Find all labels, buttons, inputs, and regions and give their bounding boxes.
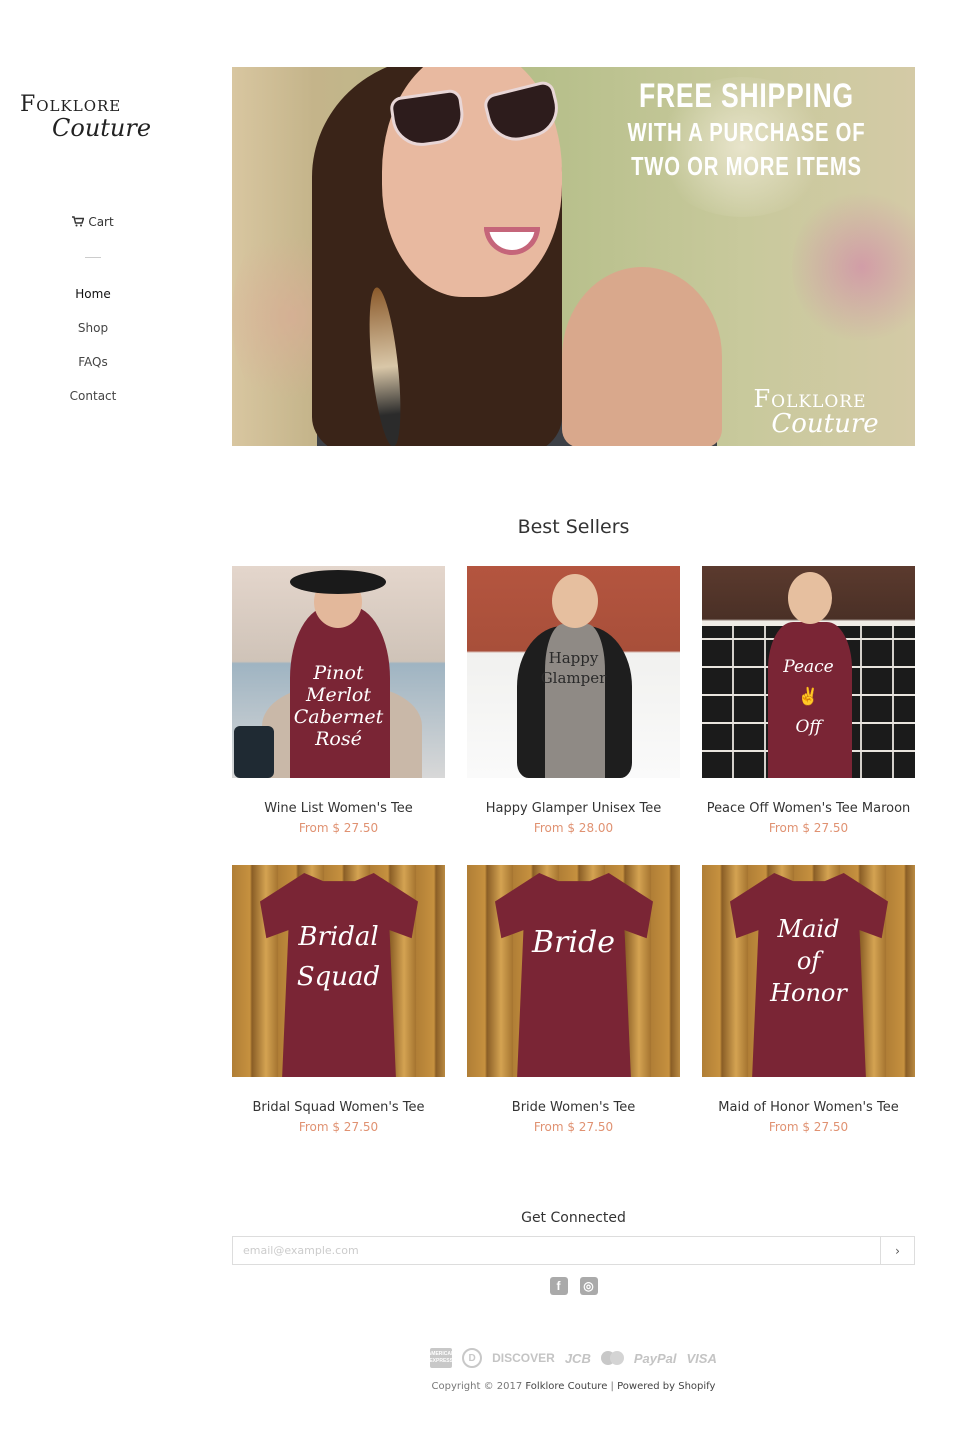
sunglasses <box>388 79 565 150</box>
product-price: From $ 27.50 <box>533 1120 614 1134</box>
amex-icon: AMERICAN EXPRESS <box>428 1348 455 1368</box>
product-art-text: Pinot Merlot Cabernet Rosé <box>293 662 384 750</box>
product-price: From $ 28.00 <box>533 821 614 835</box>
product-card[interactable]: Pinot Merlot Cabernet Rosé Wine List Wom… <box>232 566 445 835</box>
facebook-icon[interactable]: f <box>549 1277 568 1295</box>
instagram-icon[interactable]: ◎ <box>579 1277 598 1295</box>
watermark-line-2: Couture <box>771 409 879 439</box>
cart-link[interactable]: Cart <box>72 214 114 229</box>
product-image[interactable]: Happy Glamper <box>467 566 680 778</box>
product-art-text: Peace ✌ Off <box>702 652 915 742</box>
diners-club-icon: D <box>462 1348 483 1368</box>
cart-label: Cart <box>88 214 114 229</box>
nav-item-faqs: FAQs <box>0 353 186 387</box>
logo-line-2: Couture <box>52 114 152 142</box>
product-card[interactable]: Peace ✌ Off Peace Off Women's Tee Maroon… <box>702 566 915 835</box>
product-image[interactable]: Bridal Squad <box>232 865 445 1077</box>
site-nav: Cart Home Shop FAQs Contact <box>0 212 186 421</box>
promo-line-1: FREE SHIPPING <box>639 77 855 115</box>
nav-link-shop[interactable]: Shop <box>78 321 108 335</box>
hero-promo: FREE SHIPPING WITH A PURCHASE OF TWO OR … <box>594 77 899 183</box>
product-name[interactable]: Bride Women's Tee <box>467 1100 680 1115</box>
product-card[interactable]: Happy Glamper Happy Glamper Unisex Tee F… <box>467 566 680 835</box>
nav-link-home[interactable]: Home <box>75 287 110 301</box>
product-name[interactable]: Peace Off Women's Tee Maroon <box>702 801 915 816</box>
nav-item-contact: Contact <box>0 387 186 421</box>
product-card[interactable]: Bridal Squad Bridal Squad Women's Tee Fr… <box>232 865 445 1134</box>
product-art-text: Maid of Honor <box>770 915 847 1007</box>
product-name[interactable]: Happy Glamper Unisex Tee <box>467 801 680 816</box>
nav-item-shop: Shop <box>0 319 186 353</box>
email-input[interactable] <box>233 1237 880 1264</box>
product-price: From $ 27.50 <box>768 821 849 835</box>
subscribe-button[interactable]: › <box>880 1237 914 1264</box>
copyright-prefix: Copyright © 2017 <box>431 1381 523 1392</box>
product-art-text: Happy Glamper <box>540 649 607 687</box>
product-name[interactable]: Maid of Honor Women's Tee <box>702 1100 915 1115</box>
visa-icon: VISA <box>686 1350 717 1366</box>
cart-icon <box>72 216 85 227</box>
product-price: From $ 27.50 <box>768 1120 849 1134</box>
peace-sign-icon: ✌ <box>797 687 820 707</box>
product-card[interactable]: Bride Bride Women's Tee From $ 27.50 <box>467 865 680 1134</box>
product-art-text: Bridal Squad <box>296 922 381 992</box>
product-price: From $ 27.50 <box>298 821 379 835</box>
product-image[interactable]: Maid of Honor <box>702 865 915 1077</box>
hero-banner[interactable]: FREE SHIPPING WITH A PURCHASE OF TWO OR … <box>232 67 915 446</box>
mastercard-icon <box>600 1351 624 1365</box>
product-image[interactable]: Peace ✌ Off <box>702 566 915 778</box>
newsletter-form: › <box>232 1236 915 1265</box>
hero-watermark: Folklore Couture <box>715 385 905 439</box>
footer-separator: | <box>610 1381 614 1392</box>
newsletter-title: Get Connected <box>521 1210 626 1226</box>
product-card[interactable]: Maid of Honor Maid of Honor Women's Tee … <box>702 865 915 1134</box>
nav-link-faqs[interactable]: FAQs <box>78 355 108 369</box>
payment-icons: AMERICAN EXPRESS D DISCOVER JCB PayPal V… <box>232 1348 915 1368</box>
nav-menu: Home Shop FAQs Contact <box>0 285 186 421</box>
nav-link-contact[interactable]: Contact <box>70 389 117 403</box>
nav-divider <box>85 257 101 258</box>
discover-icon: DISCOVER <box>492 1351 555 1365</box>
jcb-icon: JCB <box>564 1350 591 1366</box>
promo-line-3: TWO OR MORE ITEMS <box>631 151 862 181</box>
social-links: f ◎ <box>232 1277 915 1295</box>
product-name[interactable]: Wine List Women's Tee <box>232 801 445 816</box>
nav-item-home: Home <box>0 285 186 319</box>
powered-by-link[interactable]: Powered by Shopify <box>617 1381 715 1392</box>
product-image[interactable]: Bride <box>467 865 680 1077</box>
product-image[interactable]: Pinot Merlot Cabernet Rosé <box>232 566 445 778</box>
promo-line-2: WITH A PURCHASE OF <box>627 117 866 147</box>
best-sellers-title: Best Sellers <box>517 516 630 538</box>
product-price: From $ 27.50 <box>298 1120 379 1134</box>
store-logo[interactable]: Folklore Couture <box>18 92 170 144</box>
paypal-icon: PayPal <box>633 1350 677 1366</box>
store-link[interactable]: Folklore Couture <box>525 1381 607 1392</box>
product-art-text: Bride <box>532 925 615 960</box>
copyright: Copyright © 2017 Folklore Couture | Powe… <box>232 1381 915 1392</box>
hero-model-shoulder <box>562 267 722 446</box>
product-name[interactable]: Bridal Squad Women's Tee <box>232 1100 445 1115</box>
